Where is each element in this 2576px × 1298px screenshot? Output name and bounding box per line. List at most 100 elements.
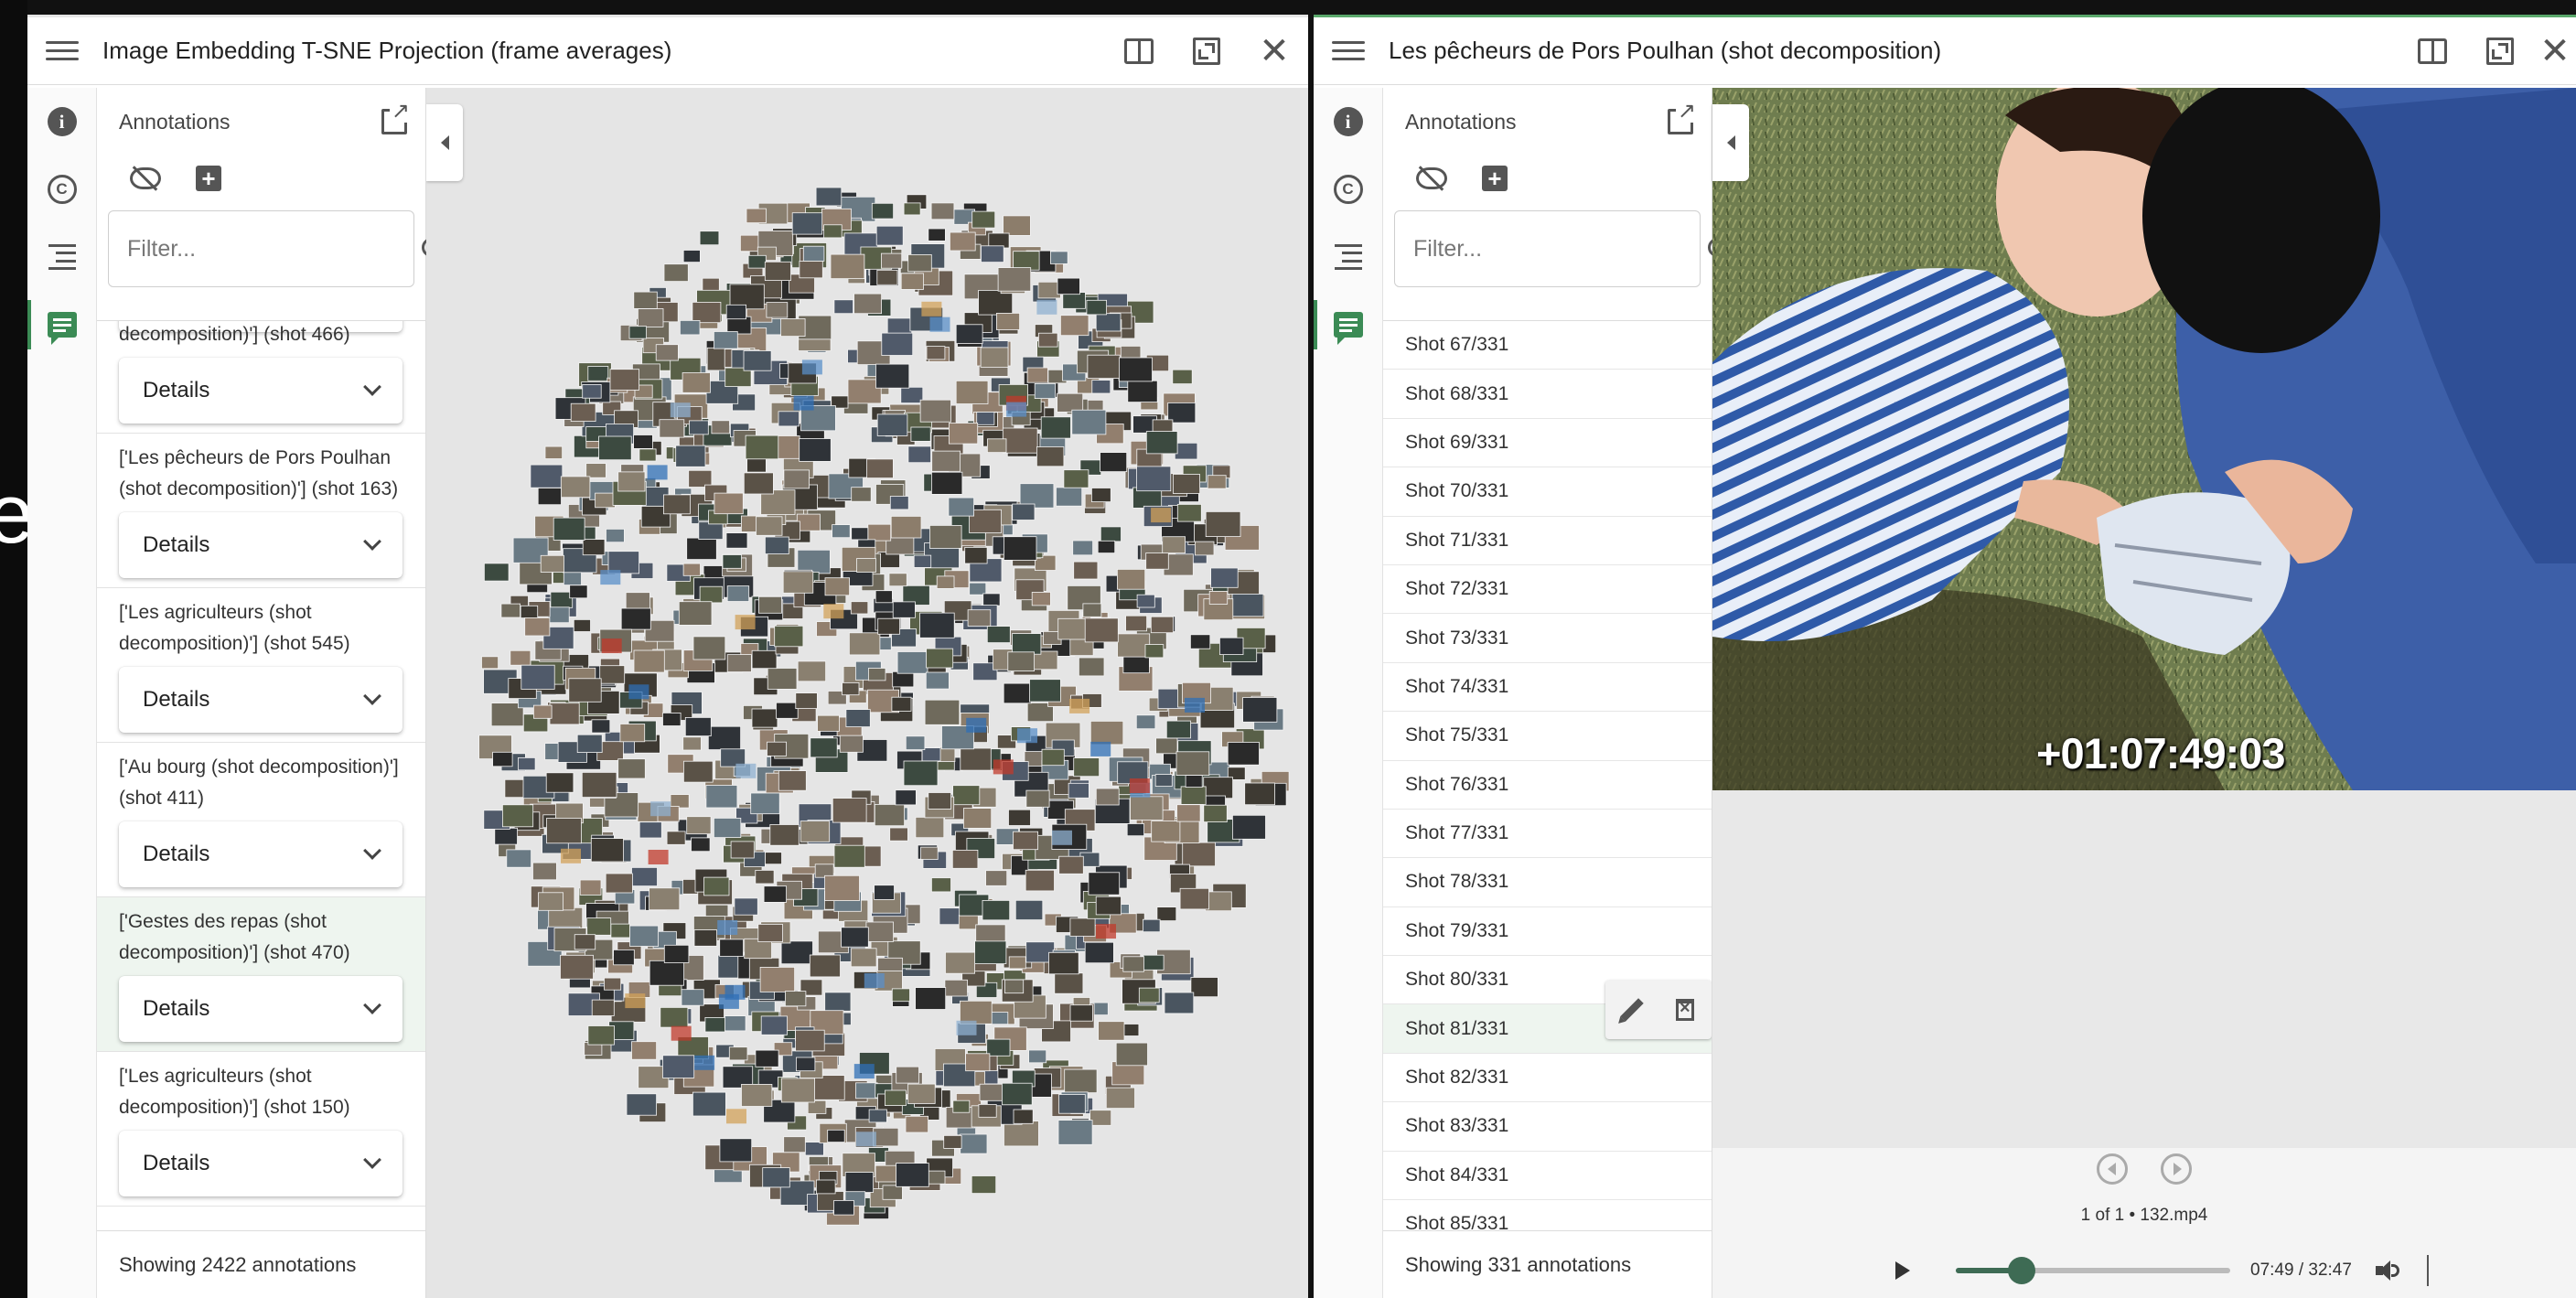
shot-label: Shot 82/331 bbox=[1405, 1067, 1509, 1089]
media-nav bbox=[1712, 1153, 2576, 1185]
annotations-label: Annotations bbox=[1405, 109, 1517, 134]
open-external-icon[interactable] bbox=[1668, 101, 1697, 134]
list-item[interactable]: ['Les agriculteurs (shot decomposition)'… bbox=[97, 1052, 425, 1207]
shot-label: Shot 70/331 bbox=[1405, 480, 1509, 502]
rights-button[interactable]: C bbox=[27, 156, 96, 223]
shot-row[interactable]: Shot 77/331 bbox=[1383, 810, 1712, 859]
details-dropdown[interactable]: Details bbox=[119, 1131, 402, 1196]
shot-row[interactable]: Shot 70/331 bbox=[1383, 467, 1712, 517]
side-rail: i C bbox=[1314, 88, 1383, 1298]
list-item[interactable]: ['Au bourg (shot decomposition)'] (shot … bbox=[97, 743, 425, 897]
close-window-button[interactable]: ✕ bbox=[1240, 17, 1308, 85]
hamburger-menu-icon[interactable] bbox=[46, 35, 79, 68]
annotation-list[interactable]: Details ['Les agriculteurs (shot decompo… bbox=[97, 320, 425, 1230]
delete-shot-button[interactable] bbox=[1658, 981, 1712, 1039]
shot-row[interactable]: Shot 68/331 bbox=[1383, 370, 1712, 419]
list-item-selected[interactable]: ['Gestes des repas (shot decomposition)'… bbox=[97, 897, 425, 1052]
shot-row[interactable]: Shot 67/331 bbox=[1383, 321, 1712, 370]
shot-row[interactable]: Shot 74/331 bbox=[1383, 663, 1712, 713]
shot-row[interactable]: Shot 83/331 bbox=[1383, 1102, 1712, 1152]
filter-box bbox=[1394, 210, 1727, 287]
list-item[interactable]: ['Les agriculteurs (shot decomposition)'… bbox=[97, 588, 425, 743]
screen: e Image Embedding T-SNE Projection (fram… bbox=[0, 0, 2576, 1298]
maximize-button[interactable] bbox=[2466, 17, 2534, 85]
seek-handle[interactable] bbox=[2007, 1257, 2035, 1284]
shot-label: Shot 72/331 bbox=[1405, 578, 1509, 600]
info-icon: i bbox=[1333, 107, 1363, 136]
add-annotation-icon[interactable]: + bbox=[196, 166, 221, 191]
chevron-down-icon bbox=[363, 378, 381, 396]
shot-label: Shot 74/331 bbox=[1405, 675, 1509, 697]
split-view-button[interactable] bbox=[1105, 17, 1173, 85]
collapse-panel-button[interactable] bbox=[1712, 104, 1749, 181]
shot-list[interactable]: Shot 67/331 Shot 68/331 Shot 69/331 Shot 70… bbox=[1383, 320, 1712, 1230]
seek-slider[interactable] bbox=[1956, 1257, 2230, 1284]
details-dropdown[interactable]: Details bbox=[119, 667, 402, 733]
annotations-rail-button[interactable] bbox=[1314, 291, 1382, 359]
volume-icon[interactable] bbox=[2375, 1259, 2399, 1282]
open-external-icon[interactable] bbox=[381, 101, 411, 134]
shot-label: Shot 71/331 bbox=[1405, 529, 1509, 551]
close-window-button[interactable]: ✕ bbox=[2534, 17, 2576, 85]
annotations-rail-button[interactable] bbox=[27, 291, 96, 359]
shot-row[interactable]: Shot 76/331 bbox=[1383, 761, 1712, 810]
annotations-header: Annotations bbox=[97, 88, 425, 156]
info-button[interactable]: i bbox=[1314, 88, 1382, 156]
shot-row[interactable]: Shot 78/331 bbox=[1383, 858, 1712, 907]
copyright-icon: C bbox=[1333, 175, 1363, 204]
shot-row[interactable]: Shot 85/331 bbox=[1383, 1200, 1712, 1230]
shot-label: Shot 79/331 bbox=[1405, 919, 1509, 941]
shot-row[interactable]: Shot 82/331 bbox=[1383, 1054, 1712, 1103]
list-item[interactable]: ['Les agriculteurs (shot decomposition)'… bbox=[97, 321, 425, 434]
split-view-button[interactable] bbox=[2399, 17, 2466, 85]
filter-box bbox=[108, 210, 441, 287]
window-titlebar: Image Embedding T-SNE Projection (frame … bbox=[27, 17, 1308, 85]
background-edge: e bbox=[0, 0, 34, 1298]
filter-input[interactable] bbox=[127, 235, 422, 263]
toc-button[interactable] bbox=[27, 223, 96, 291]
rights-button[interactable]: C bbox=[1314, 156, 1382, 223]
shot-row[interactable]: Shot 75/331 bbox=[1383, 712, 1712, 761]
shot-row[interactable]: Shot 84/331 bbox=[1383, 1152, 1712, 1201]
previous-media-button[interactable] bbox=[2097, 1153, 2128, 1185]
shot-row[interactable]: Shot 71/331 bbox=[1383, 517, 1712, 565]
add-annotation-icon[interactable]: + bbox=[1482, 166, 1508, 191]
row-actions bbox=[1605, 981, 1712, 1040]
filter-input[interactable] bbox=[1413, 235, 1708, 263]
shot-row[interactable]: Shot 69/331 bbox=[1383, 419, 1712, 468]
time-readout: 07:49 / 32:47 bbox=[2250, 1260, 2352, 1280]
shot-label: Shot 73/331 bbox=[1405, 627, 1509, 649]
shot-row[interactable]: Shot 79/331 bbox=[1383, 907, 1712, 957]
close-icon: ✕ bbox=[1259, 30, 1290, 71]
shot-label: Shot 80/331 bbox=[1405, 969, 1509, 991]
details-dropdown[interactable]: Details bbox=[119, 976, 402, 1042]
toc-button[interactable] bbox=[1314, 223, 1382, 291]
next-media-button[interactable] bbox=[2161, 1153, 2192, 1185]
info-button[interactable]: i bbox=[27, 88, 96, 156]
shot-row[interactable]: Shot 72/331 bbox=[1383, 565, 1712, 615]
visibility-off-icon[interactable] bbox=[1416, 167, 1447, 189]
tsne-canvas[interactable] bbox=[426, 88, 1308, 1298]
split-view-icon bbox=[2418, 38, 2447, 64]
tsne-thumbnail-cloud[interactable] bbox=[426, 88, 1308, 1298]
shot-row[interactable]: Shot 73/331 bbox=[1383, 614, 1712, 663]
video-frame[interactable]: +01:07:49:03 bbox=[1712, 88, 2576, 790]
play-icon[interactable] bbox=[1895, 1261, 1910, 1280]
details-dropdown[interactable]: Details bbox=[119, 358, 402, 424]
chevron-down-icon bbox=[363, 1151, 381, 1169]
maximize-button[interactable] bbox=[1173, 17, 1240, 85]
collapse-panel-button[interactable] bbox=[426, 104, 463, 181]
edit-shot-button[interactable] bbox=[1605, 981, 1658, 1039]
shot-row-selected[interactable]: Shot 81/331 bbox=[1383, 981, 1712, 1054]
hamburger-menu-icon[interactable] bbox=[1332, 35, 1365, 68]
chevron-down-icon bbox=[363, 687, 381, 705]
details-dropdown[interactable]: Details bbox=[119, 821, 402, 887]
window-body: i C Annotations + bbox=[27, 88, 1308, 1298]
list-item[interactable]: ['Les pêcheurs de Pors Poulhan (shot dec… bbox=[97, 434, 425, 588]
annotation-tools: + bbox=[1383, 156, 1712, 201]
details-dropdown[interactable]: Details bbox=[119, 512, 402, 578]
visibility-off-icon[interactable] bbox=[130, 167, 161, 189]
shot-label: Shot 83/331 bbox=[1405, 1115, 1509, 1137]
delete-icon bbox=[1676, 998, 1694, 1022]
annotation-title: ['Les agriculteurs (shot decomposition)'… bbox=[119, 602, 350, 654]
